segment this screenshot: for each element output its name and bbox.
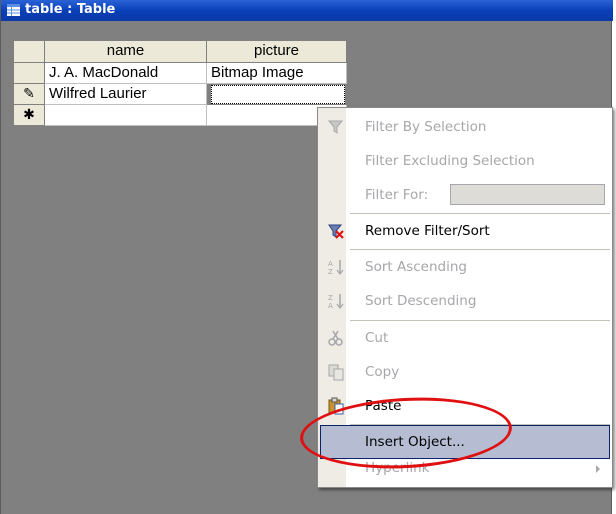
- sort-ascending-icon: A Z: [328, 260, 344, 276]
- svg-text:A: A: [328, 260, 333, 268]
- remove-filter-icon: [328, 224, 344, 239]
- submenu-arrow-icon: [596, 465, 600, 473]
- menu-item-cut[interactable]: Cut: [320, 321, 610, 355]
- filter-for-input[interactable]: [450, 184, 605, 205]
- menu-item-sort-descending[interactable]: Z A Sort Descending: [320, 284, 610, 318]
- select-all-corner[interactable]: [14, 41, 45, 63]
- copy-icon: [328, 364, 344, 381]
- menu-item-sort-ascending[interactable]: A Z Sort Ascending: [320, 250, 610, 284]
- menu-item-filter-by-selection[interactable]: Filter By Selection: [320, 110, 610, 144]
- menu-item-copy[interactable]: Copy: [320, 355, 610, 389]
- row-selector-editing[interactable]: ✎: [14, 84, 45, 105]
- cell-name-new[interactable]: [45, 105, 207, 126]
- cut-icon: [328, 330, 343, 346]
- title-bar[interactable]: table : Table: [1, 0, 613, 21]
- row-selector[interactable]: [14, 63, 45, 84]
- svg-text:Z: Z: [328, 268, 333, 276]
- menu-item-filter-excluding-selection[interactable]: Filter Excluding Selection: [320, 144, 610, 178]
- cell-picture-focused[interactable]: [211, 85, 345, 104]
- window-title: table : Table: [25, 2, 116, 17]
- sort-descending-icon: Z A: [328, 294, 344, 310]
- column-header-picture[interactable]: picture: [207, 41, 347, 63]
- menu-item-filter-for[interactable]: Filter For:: [320, 178, 610, 212]
- new-record-selector[interactable]: ✱: [14, 105, 45, 126]
- column-header-name[interactable]: name: [45, 41, 207, 63]
- svg-text:Z: Z: [328, 294, 333, 302]
- filter-by-selection-icon: [327, 120, 344, 134]
- menu-item-remove-filter-sort[interactable]: Remove Filter/Sort: [320, 214, 610, 248]
- table-icon: [7, 4, 20, 16]
- svg-text:A: A: [328, 302, 333, 310]
- cell-name[interactable]: J. A. MacDonald: [45, 63, 207, 84]
- datasheet-window: table : Table name picture J. A. MacDona…: [0, 0, 613, 514]
- cell-picture[interactable]: Bitmap Image: [207, 63, 347, 84]
- cell-name[interactable]: Wilfred Laurier: [45, 84, 207, 105]
